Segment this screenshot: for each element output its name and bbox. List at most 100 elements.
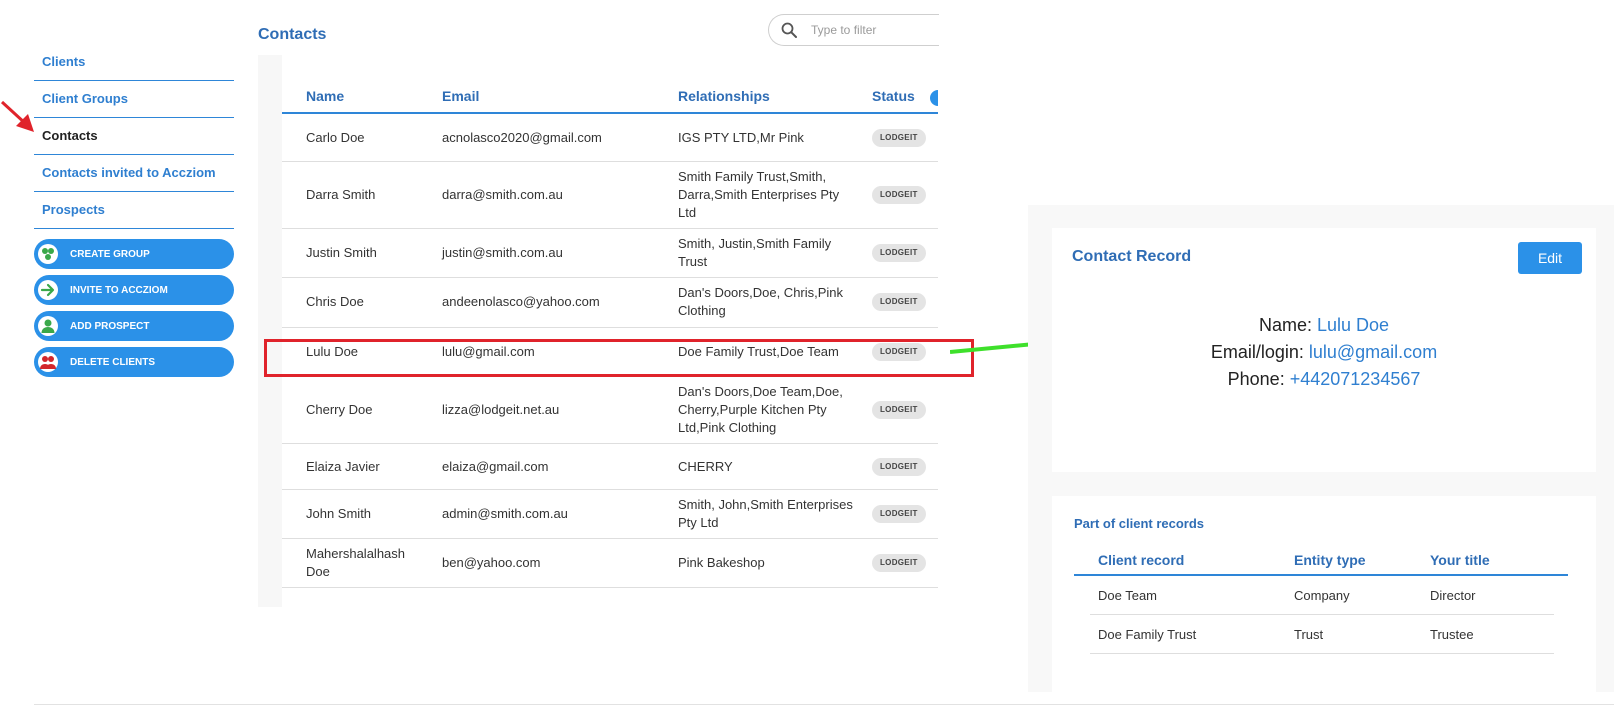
column-header-relationships[interactable]: Relationships <box>678 88 770 104</box>
create-group-label: CREATE GROUP <box>70 248 150 260</box>
column-header-email[interactable]: Email <box>442 88 479 104</box>
row-email: justin@smith.com.au <box>442 245 563 260</box>
table-header: Name Email Relationships Status <box>282 88 938 114</box>
sidebar-item-clients[interactable]: Clients <box>34 44 234 81</box>
table-row[interactable]: Mahershalalhash Doe ben@yahoo.com Pink B… <box>282 539 938 588</box>
row-relationships: CHERRY <box>678 459 733 474</box>
column-header-client-record: Client record <box>1098 552 1185 568</box>
row-name: John Smith <box>306 506 372 521</box>
row-email: darra@smith.com.au <box>442 187 563 202</box>
create-group-button[interactable]: CREATE GROUP <box>34 239 234 269</box>
page-title: Contacts <box>258 26 327 43</box>
status-badge: LODGEIT <box>872 554 926 572</box>
name-label: Name: <box>1258 315 1312 335</box>
edit-button[interactable]: Edit <box>1518 242 1582 274</box>
status-info-icon[interactable] <box>930 90 938 106</box>
client-record-entity: Trust <box>1294 627 1324 642</box>
sidebar-item-contacts[interactable]: Contacts <box>34 118 234 155</box>
row-email: acnolasco2020@gmail.com <box>442 130 602 145</box>
column-header-name[interactable]: Name <box>306 88 344 104</box>
row-name: Chris Doe <box>306 294 364 309</box>
search-box[interactable] <box>768 14 939 46</box>
column-header-your-title: Your title <box>1430 552 1490 568</box>
table-row[interactable]: Darra Smith darra@smith.com.au Smith Fam… <box>282 162 938 229</box>
search-icon <box>781 22 797 38</box>
client-records-title: Part of client records <box>1074 516 1205 531</box>
contact-email-line: Email/login: lulu@gmail.com <box>1052 339 1596 366</box>
row-email: lizza@lodgeit.net.au <box>442 402 560 417</box>
status-badge: LODGEIT <box>872 186 926 204</box>
email-label: Email/login: <box>1210 342 1304 362</box>
selected-row-highlight <box>264 339 974 377</box>
contact-phone-line: Phone: +442071234567 <box>1052 366 1596 393</box>
name-value[interactable]: Lulu Doe <box>1317 315 1389 335</box>
table-row[interactable]: Justin Smith justin@smith.com.au Smith, … <box>282 229 938 278</box>
contacts-table: Name Email Relationships Status Carlo Do… <box>282 55 938 607</box>
client-record-name: Doe Family Trust <box>1098 627 1197 642</box>
delete-people-icon <box>38 352 58 372</box>
delete-clients-button[interactable]: DELETE CLIENTS <box>34 347 234 377</box>
row-name: Justin Smith <box>306 245 377 260</box>
status-badge: LODGEIT <box>872 458 926 476</box>
status-badge: LODGEIT <box>872 129 926 147</box>
client-record-name: Doe Team <box>1098 588 1158 603</box>
row-email: andeenolasco@yahoo.com <box>442 294 600 309</box>
table-row[interactable]: Cherry Doe lizza@lodgeit.net.au Dan's Do… <box>282 377 938 444</box>
red-pointer-arrow-icon <box>0 100 34 132</box>
client-records-card: Part of client records Client record Ent… <box>1052 496 1596 692</box>
add-prospect-label: ADD PROSPECT <box>70 320 150 332</box>
row-relationships: Pink Bakeshop <box>678 555 765 570</box>
arrow-right-icon <box>38 280 58 300</box>
column-header-entity-type: Entity type <box>1294 552 1366 568</box>
row-name: Elaiza Javier <box>306 459 380 474</box>
delete-clients-label: DELETE CLIENTS <box>70 356 156 368</box>
sidebar-item-client-groups[interactable]: Client Groups <box>34 81 234 118</box>
row-email: ben@yahoo.com <box>442 555 541 570</box>
group-icon <box>38 244 58 264</box>
row-relationships: Dan's Doors,Doe Team,Doe, Cherry,Purple … <box>678 384 843 435</box>
status-badge: LODGEIT <box>872 401 926 419</box>
status-badge: LODGEIT <box>872 505 926 523</box>
phone-value-link[interactable]: +442071234567 <box>1290 369 1421 389</box>
bottom-divider <box>34 704 1614 705</box>
row-name: Darra Smith <box>306 187 376 202</box>
column-header-status[interactable]: Status <box>872 88 915 104</box>
client-record-row[interactable]: Doe Family Trust Trust Trustee <box>1090 615 1554 654</box>
email-value-link[interactable]: lulu@gmail.com <box>1309 342 1437 362</box>
sidebar-item-contacts-invited[interactable]: Contacts invited to Accziom <box>34 155 234 192</box>
row-relationships: Smith, John,Smith Enterprises Pty Ltd <box>678 497 853 530</box>
contact-details: Name: Lulu Doe Email/login: lulu@gmail.c… <box>1052 312 1596 393</box>
table-row[interactable]: Elaiza Javier elaiza@gmail.com CHERRY LO… <box>282 444 938 490</box>
row-name: Carlo Doe <box>306 130 365 145</box>
contact-record-title: Contact Record <box>1072 248 1192 265</box>
client-record-title: Director <box>1430 588 1476 603</box>
sidebar-item-prospects[interactable]: Prospects <box>34 192 234 229</box>
table-row[interactable]: John Smith admin@smith.com.au Smith, Joh… <box>282 490 938 539</box>
row-name: Mahershalalhash Doe <box>306 546 406 579</box>
invite-to-accziom-button[interactable]: INVITE TO ACCZIOM <box>34 275 234 305</box>
client-record-entity: Company <box>1294 588 1350 603</box>
row-relationships: Smith Family Trust,Smith, Darra,Smith En… <box>678 169 840 220</box>
client-record-row[interactable]: Doe Team Company Director <box>1090 576 1554 615</box>
row-email: admin@smith.com.au <box>442 506 568 521</box>
contact-name-line: Name: Lulu Doe <box>1052 312 1596 339</box>
row-relationships: IGS PTY LTD,Mr Pink <box>678 130 804 145</box>
contact-record-card: Contact Record Edit Name: Lulu Doe Email… <box>1052 228 1596 472</box>
row-relationships: Smith, Justin,Smith Family Trust <box>678 236 832 269</box>
sidebar: Clients Client Groups Contacts Contacts … <box>34 44 234 377</box>
table-row[interactable]: Chris Doe andeenolasco@yahoo.com Dan's D… <box>282 278 938 328</box>
row-name: Cherry Doe <box>306 402 373 417</box>
person-icon <box>38 316 58 336</box>
status-badge: LODGEIT <box>872 244 926 262</box>
client-record-title: Trustee <box>1430 627 1474 642</box>
add-prospect-button[interactable]: ADD PROSPECT <box>34 311 234 341</box>
row-relationships: Dan's Doors,Doe, Chris,Pink Clothing <box>678 285 844 318</box>
phone-label: Phone: <box>1227 369 1285 389</box>
row-email: elaiza@gmail.com <box>442 459 549 474</box>
status-badge: LODGEIT <box>872 293 926 311</box>
table-row[interactable]: Carlo Doe acnolasco2020@gmail.com IGS PT… <box>282 115 938 162</box>
invite-to-accziom-label: INVITE TO ACCZIOM <box>70 284 168 296</box>
client-records-header: Client record Entity type Your title <box>1074 550 1568 576</box>
search-input[interactable] <box>809 22 923 38</box>
contacts-table-card: Name Email Relationships Status Carlo Do… <box>258 55 938 607</box>
